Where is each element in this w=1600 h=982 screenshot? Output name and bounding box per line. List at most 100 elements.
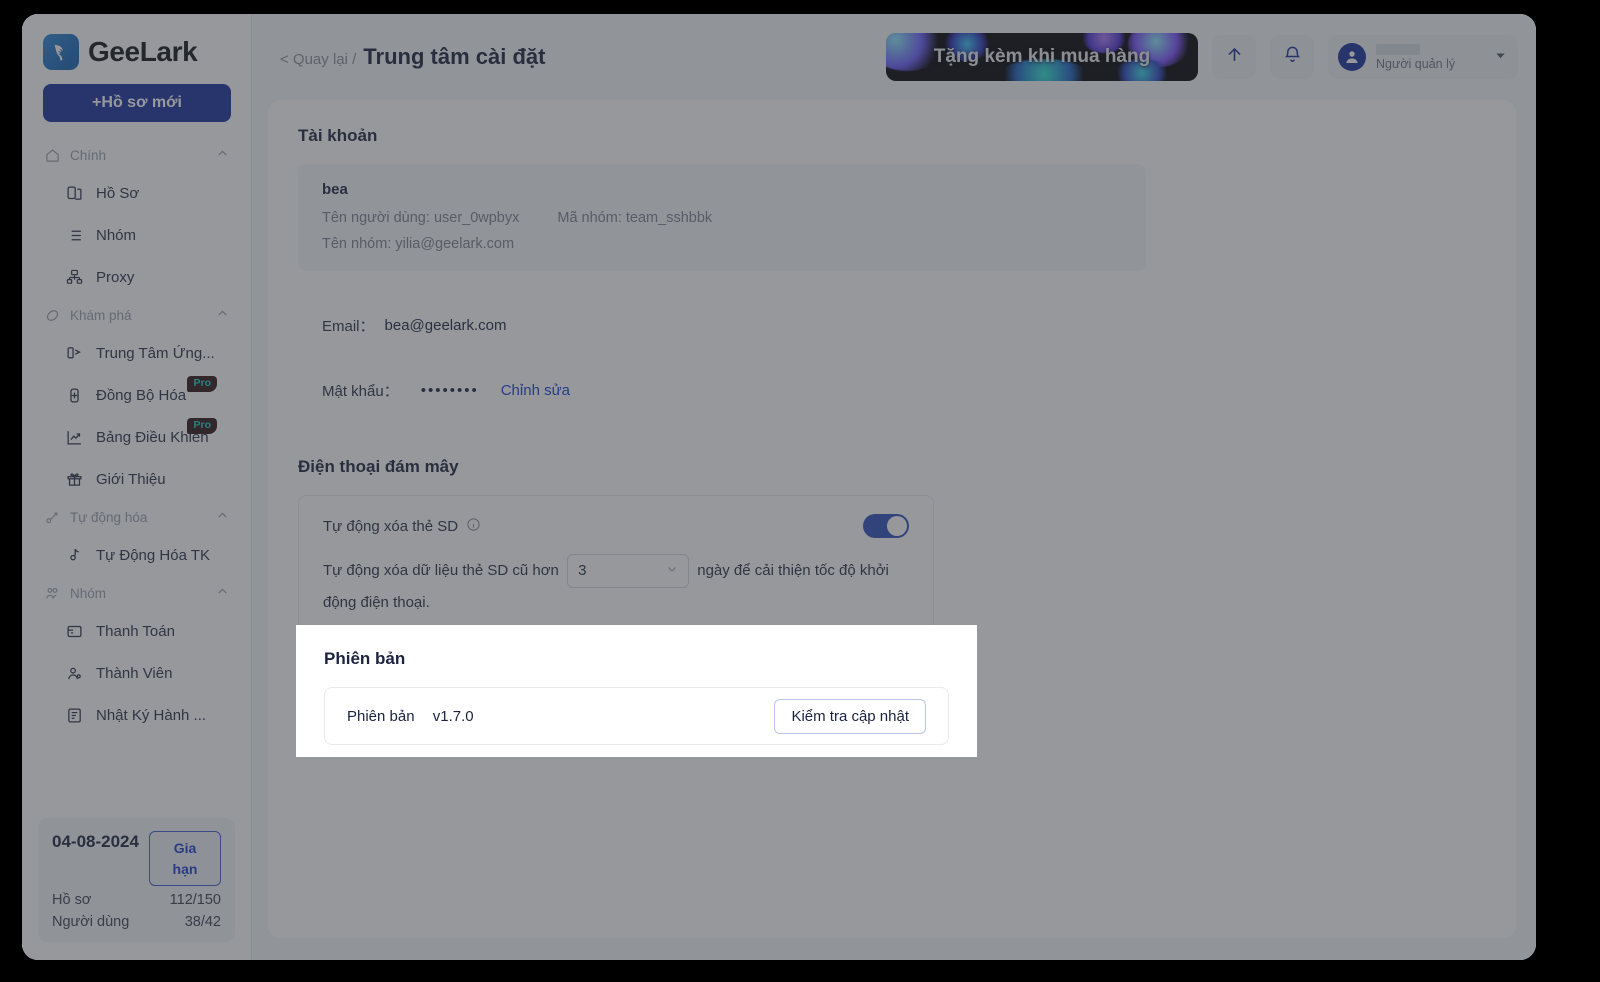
plan-row-profiles: Hồ sơ 112/150 [52, 892, 221, 908]
bell-icon [1283, 45, 1302, 69]
sidebar-item-ho-so[interactable]: Hồ Sơ [22, 172, 251, 214]
plan-row-value: 38/42 [184, 914, 221, 930]
chevron-up-icon [216, 307, 229, 323]
days-select-value: 3 [578, 562, 587, 579]
chevron-down-icon [666, 556, 678, 586]
sidebar-item-label: Trung Tâm Ứng... [96, 344, 215, 362]
account-username-value: user_0wpbyx [433, 210, 520, 226]
pro-badge: Pro [187, 376, 217, 393]
sidebar-item-bang-dieu-khien[interactable]: Bảng Điều Khiển Pro [22, 416, 251, 458]
sidebar-item-thanh-vien[interactable]: Thành Viên [22, 652, 251, 694]
sidebar-group-label: Chính [70, 147, 107, 163]
version-section-spotlight: Phiên bản Phiên bản v1.7.0 Kiểm tra cập … [296, 625, 977, 757]
account-team-name-label: Tên nhóm: [322, 236, 392, 252]
sidebar-item-tu-dong-hoa-tk[interactable]: Tự Động Hóa TK [22, 534, 251, 576]
renew-button[interactable]: Gia hạn [149, 831, 221, 886]
pro-badge: Pro [187, 418, 217, 435]
account-team-code-value: team_sshbbk [625, 210, 713, 226]
topbar: < Quay lại / Trung tâm cài đặt Tặng kèm … [252, 14, 1536, 100]
profile-name-redacted [1376, 43, 1420, 55]
arrow-up-icon [1225, 45, 1244, 69]
password-edit-link[interactable]: Chỉnh sửa [501, 382, 570, 399]
promo-banner[interactable]: Tặng kèm khi mua hàng [886, 33, 1198, 81]
proxy-network-icon [65, 269, 84, 286]
sidebar-item-label: Thành Viên [96, 664, 173, 682]
cloud-phone-box: Tự động xóa thẻ SD Tự động xóa dữ liệu t… [298, 495, 934, 641]
account-team-name-line: Tên nhóm: yilia@geelark.com [322, 236, 1122, 252]
sidebar-item-label: Hồ Sơ [96, 184, 140, 202]
home-icon [44, 148, 61, 163]
chevron-up-icon [216, 509, 229, 525]
user-avatar-icon [1338, 43, 1366, 71]
auto-clear-sd-text: Tự động xóa thẻ SD [323, 517, 459, 535]
billing-card-icon [65, 623, 84, 640]
account-section-title: Tài khoản [298, 126, 378, 145]
account-team-code-label: Mã nhóm: [557, 210, 622, 226]
version-section-title: Phiên bản [324, 649, 406, 668]
account-team-name: Tên nhóm: yilia@geelark.com [322, 236, 514, 252]
auto-clear-sd-toggle[interactable] [863, 514, 909, 538]
auto-clear-sd-label: Tự động xóa thẻ SD [323, 517, 481, 536]
sync-icon [65, 387, 84, 404]
member-user-icon [65, 665, 84, 682]
sidebar-group-label: Tự động hóa [70, 509, 148, 525]
tiktok-note-icon [65, 547, 84, 564]
plan-summary-card: 04-08-2024 Gia hạn Hồ sơ 112/150 Người d… [38, 818, 235, 942]
auto-clear-description: Tự động xóa dữ liệu thẻ SD cũ hơn 3 ngày… [323, 554, 903, 618]
analytics-chart-icon [65, 429, 84, 446]
version-row: Phiên bản v1.7.0 Kiểm tra cập nhật [324, 687, 949, 745]
sidebar-group-team[interactable]: Nhóm [22, 576, 251, 610]
sidebar-item-trung-tam-ung-dung[interactable]: Trung Tâm Ứng... [22, 332, 251, 374]
sidebar-group-tu-dong-hoa[interactable]: Tự động hóa [22, 500, 251, 534]
sidebar-group-chinh[interactable]: Chính [22, 138, 251, 172]
info-circle-icon[interactable] [466, 517, 481, 536]
profile-text: Người quản lý [1376, 43, 1485, 71]
sidebar-item-dong-bo-hoa[interactable]: Đồng Bộ Hóa Pro [22, 374, 251, 416]
account-info-box: bea Tên người dùng: user_0wpbyx Mã nhóm:… [298, 164, 1146, 271]
sidebar-item-nhat-ky-hanh-dong[interactable]: Nhật Ký Hành ... [22, 694, 251, 736]
app-window: GeeLark +Hồ sơ mới Chính Hồ Sơ Nhóm Prox… [22, 14, 1536, 960]
chevron-up-icon [216, 147, 229, 163]
new-profile-button[interactable]: +Hồ sơ mới [43, 84, 231, 122]
sidebar-item-nhom[interactable]: Nhóm [22, 214, 251, 256]
gift-icon [65, 471, 84, 488]
plan-row-label: Người dùng [52, 914, 130, 930]
back-link[interactable]: < Quay lại / [280, 51, 356, 68]
breadcrumb: < Quay lại / Trung tâm cài đặt [280, 44, 545, 70]
sidebar-group-label: Nhóm [70, 585, 107, 601]
sidebar-item-thanh-toan[interactable]: Thanh Toán [22, 610, 251, 652]
sidebar-group-kham-pha[interactable]: Khám phá [22, 298, 251, 332]
check-update-button[interactable]: Kiểm tra cập nhật [774, 698, 926, 734]
version-text: Phiên bản v1.7.0 [347, 708, 474, 725]
profile-menu[interactable]: Người quản lý [1328, 35, 1518, 79]
brand: GeeLark [22, 14, 251, 82]
automation-icon [44, 510, 61, 525]
auto-clear-desc-before: Tự động xóa dữ liệu thẻ SD cũ hơn [323, 561, 559, 579]
account-ids-line: Tên người dùng: user_0wpbyx Mã nhóm: tea… [322, 210, 1122, 226]
account-username: Tên người dùng: user_0wpbyx [322, 210, 519, 226]
page-title: Trung tâm cài đặt [363, 44, 546, 69]
email-row: Email： bea@geelark.com [298, 315, 1486, 336]
sidebar-item-label: Nhóm [96, 226, 137, 244]
days-select[interactable]: 3 [567, 554, 690, 588]
toggle-knob [887, 516, 907, 536]
sidebar-item-label: Proxy [96, 268, 135, 286]
sidebar-item-label: Thanh Toán [96, 622, 175, 640]
cloud-phone-section-title: Điện thoại đám mây [298, 457, 459, 476]
sidebar-item-label: Giới Thiệu [96, 470, 166, 488]
sidebar-item-gioi-thieu[interactable]: Giới Thiệu [22, 458, 251, 500]
list-icon [65, 227, 84, 244]
apps-center-icon [65, 345, 84, 362]
version-row-value: v1.7.0 [432, 707, 474, 725]
promo-text: Tặng kèm khi mua hàng [933, 46, 1151, 67]
sidebar-item-proxy[interactable]: Proxy [22, 256, 251, 298]
password-value: •••••••• [420, 382, 479, 399]
upload-button[interactable] [1212, 35, 1256, 79]
settings-content: Tài khoản bea Tên người dùng: user_0wpby… [268, 100, 1516, 938]
account-username-label: Tên người dùng: [322, 210, 430, 226]
version-row-label: Phiên bản [347, 707, 415, 725]
password-label: Mật khẩu： [322, 383, 399, 400]
password-row: Mật khẩu： •••••••• Chỉnh sửa [298, 380, 1486, 401]
sidebar-item-label: Tự Động Hóa TK [96, 546, 210, 564]
notifications-button[interactable] [1270, 35, 1314, 79]
